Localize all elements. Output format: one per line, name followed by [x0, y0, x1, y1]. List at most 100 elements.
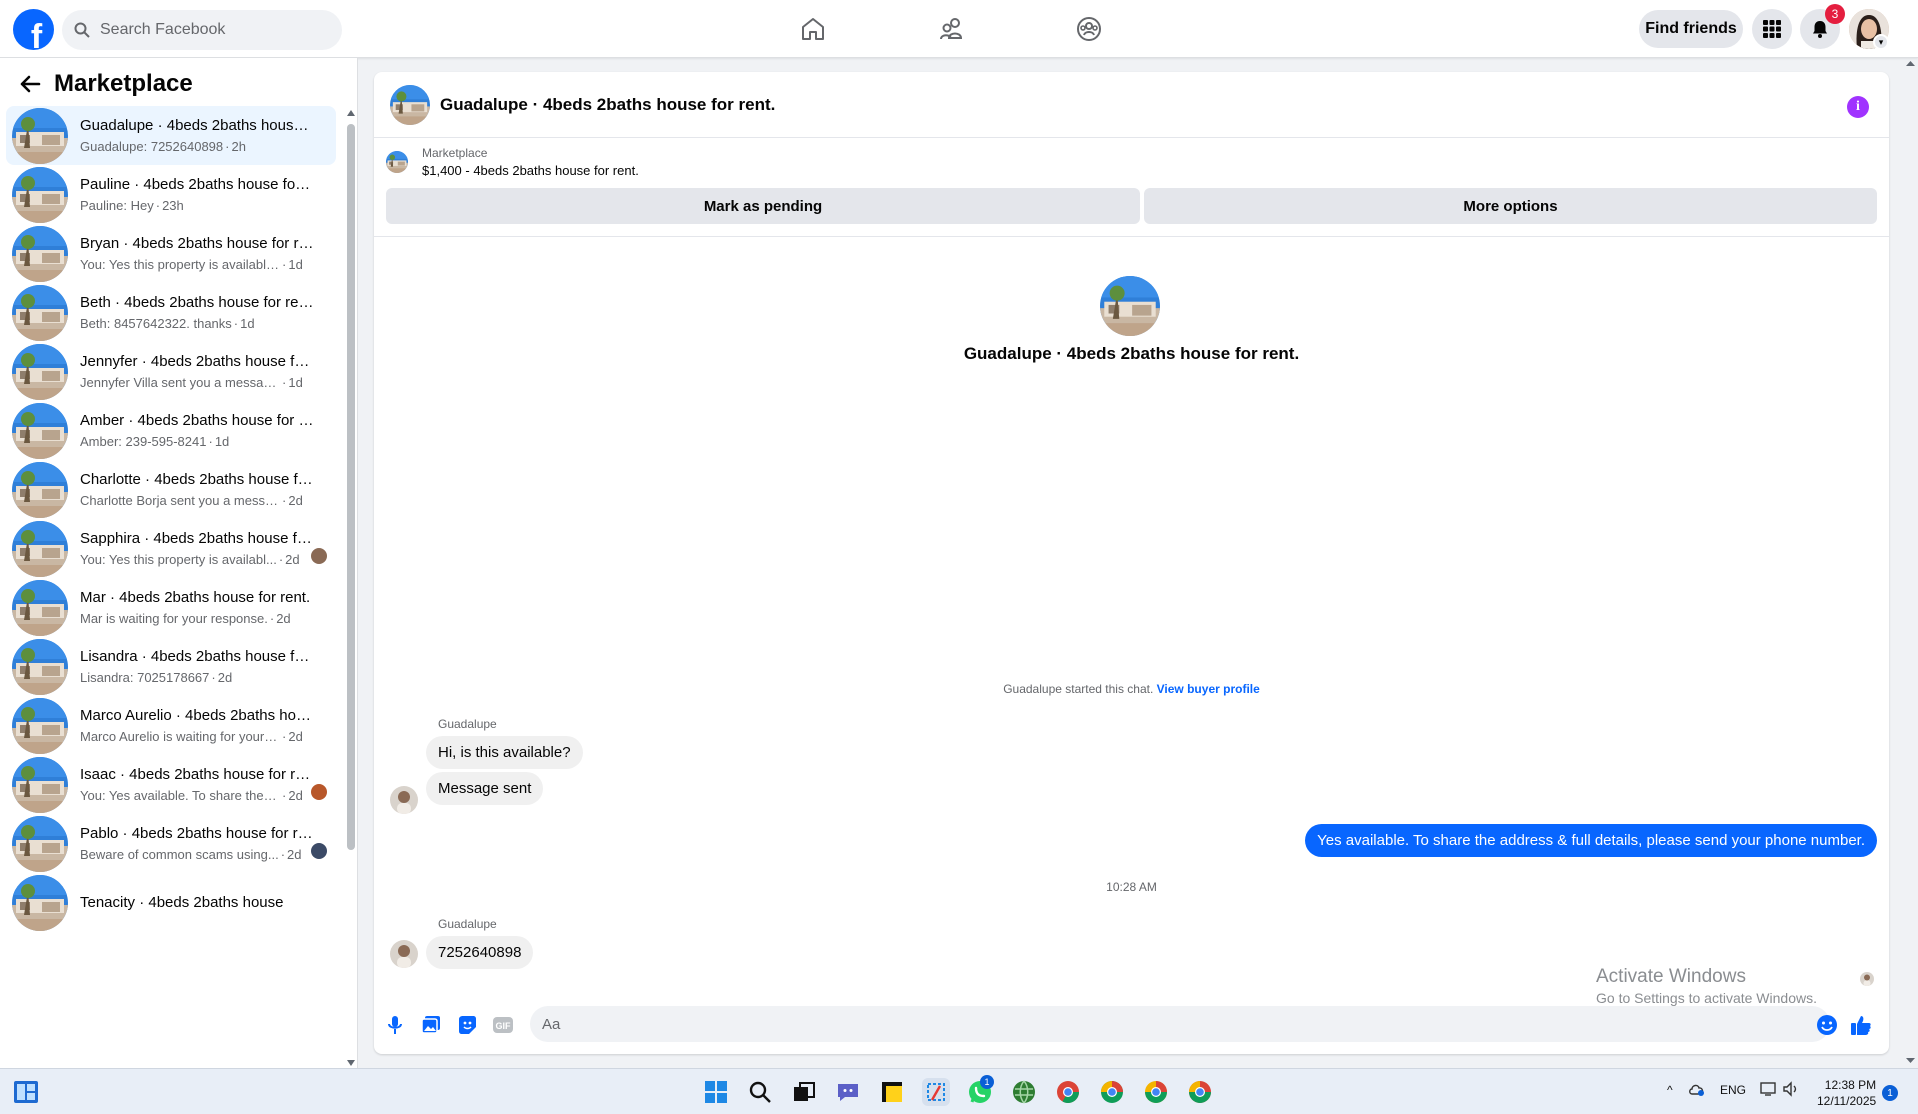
- conversation-item[interactable]: Tenacity · 4beds 2baths house: [6, 873, 336, 932]
- watermark-title: Activate Windows: [1596, 966, 1746, 987]
- listing-avatar[interactable]: [390, 85, 430, 125]
- conversation-avatar: [12, 285, 68, 341]
- clock-time: 12:38 PM: [1824, 1078, 1877, 1092]
- conversation-item[interactable]: Jennyfer · 4beds 2baths house for rent. J…: [6, 342, 336, 401]
- chat-title[interactable]: Guadalupe · 4beds 2baths house for rent.: [440, 95, 775, 115]
- seen-avatar-icon: [311, 843, 327, 859]
- network-icon[interactable]: [1760, 1081, 1778, 1100]
- outgoing-message[interactable]: Yes available. To share the address & fu…: [1305, 824, 1877, 857]
- gif-icon[interactable]: GIF: [490, 1012, 516, 1038]
- widgets-icon[interactable]: [12, 1078, 40, 1106]
- conversation-avatar: [12, 698, 68, 754]
- menu-button[interactable]: [1752, 9, 1792, 49]
- conversation-name: Lisandra · 4beds 2baths house for rent.: [80, 648, 315, 665]
- seen-avatar-icon: [311, 548, 327, 564]
- search-icon[interactable]: [746, 1078, 774, 1106]
- conversation-time: 1d: [288, 375, 303, 390]
- system-clock[interactable]: 12:38 PM 12/11/2025: [1817, 1077, 1876, 1109]
- view-buyer-profile-link[interactable]: View buyer profile: [1157, 682, 1260, 696]
- sidebar-scroll-thumb[interactable]: [347, 124, 355, 850]
- conversation-name: Amber · 4beds 2baths house for rent.: [80, 412, 315, 429]
- conversation-avatar: [12, 167, 68, 223]
- groups-icon[interactable]: [1074, 14, 1104, 44]
- volume-icon[interactable]: [1782, 1081, 1800, 1100]
- conversation-item[interactable]: Pablo · 4beds 2baths house for rent. Bewa…: [6, 814, 336, 873]
- conversation-avatar: [12, 108, 68, 164]
- conversation-name: Mar · 4beds 2baths house for rent.: [80, 589, 311, 606]
- chrome-icon[interactable]: [1054, 1078, 1082, 1106]
- chrome-profile-icon[interactable]: [1142, 1078, 1170, 1106]
- more-options-button[interactable]: More options: [1144, 188, 1877, 224]
- sender-avatar[interactable]: [390, 940, 418, 968]
- conversation-item[interactable]: Charlotte · 4beds 2baths house for rent.…: [6, 460, 336, 519]
- sticky-notes-icon[interactable]: [878, 1078, 906, 1106]
- sticker-icon[interactable]: [454, 1012, 480, 1038]
- account-chevron-down-icon[interactable]: ▾: [1873, 34, 1889, 50]
- info-icon[interactable]: i: [1847, 96, 1869, 118]
- emoji-icon[interactable]: [1814, 1012, 1840, 1038]
- microphone-icon[interactable]: [382, 1012, 408, 1038]
- conversation-item[interactable]: Isaac · 4beds 2baths house for rent. You:…: [6, 755, 336, 814]
- conversation-snippet: Lisandra: 7025178667: [80, 670, 210, 685]
- facebook-logo[interactable]: f: [13, 9, 54, 50]
- start-windows-icon[interactable]: [702, 1078, 730, 1106]
- conversation-name: Beth · 4beds 2baths house for rent.: [80, 294, 315, 311]
- seen-receipt-avatar: [1860, 972, 1874, 986]
- message-composer: GIF: [374, 1000, 1889, 1050]
- sender-name: Guadalupe: [438, 917, 497, 931]
- mark-as-pending-button[interactable]: Mark as pending: [386, 188, 1140, 224]
- incoming-message[interactable]: 7252640898: [426, 936, 534, 969]
- back-arrow-icon[interactable]: [16, 70, 44, 98]
- notification-center-badge[interactable]: 1: [1882, 1085, 1898, 1101]
- conversation-item[interactable]: Marco Aurelio · 4beds 2baths house for r…: [6, 696, 336, 755]
- conversation-list: Guadalupe · 4beds 2baths house for rent.…: [6, 106, 336, 932]
- cloud-sync-icon[interactable]: [1688, 1081, 1706, 1100]
- conversation-item[interactable]: Amber · 4beds 2baths house for rent. Ambe…: [6, 401, 336, 460]
- conversation-name: Bryan · 4beds 2baths house for rent.: [80, 235, 315, 252]
- chrome-profile-icon[interactable]: [1186, 1078, 1214, 1106]
- clock-date: 12/11/2025: [1817, 1094, 1877, 1108]
- conversation-snippet: You: Yes this property is availabl...: [80, 552, 277, 567]
- conversation-snippet: Mar is waiting for your response.: [80, 611, 268, 626]
- find-friends-button[interactable]: Find friends: [1639, 10, 1743, 48]
- conversation-item[interactable]: Guadalupe · 4beds 2baths house for rent.…: [6, 106, 336, 165]
- task-view-icon[interactable]: [790, 1078, 818, 1106]
- teams-chat-icon[interactable]: [834, 1078, 862, 1106]
- home-icon[interactable]: [798, 14, 828, 44]
- conversation-time: 2d: [276, 611, 291, 626]
- conversation-item[interactable]: Lisandra · 4beds 2baths house for rent. L…: [6, 637, 336, 696]
- sender-avatar[interactable]: [390, 786, 418, 814]
- conversation-time: 2h: [231, 139, 246, 154]
- input-language[interactable]: ENG: [1720, 1083, 1746, 1097]
- friends-icon[interactable]: [937, 14, 967, 44]
- show-hidden-icons-chevron-up-icon[interactable]: ^: [1667, 1083, 1673, 1097]
- conversation-name: Pablo · 4beds 2baths house for rent.: [80, 825, 315, 842]
- sender-name: Guadalupe: [438, 717, 497, 731]
- like-thumbs-up-icon[interactable]: [1848, 1012, 1874, 1038]
- conversation-item[interactable]: Sapphira · 4beds 2baths house for rent. Y…: [6, 519, 336, 578]
- incoming-message[interactable]: Hi, is this available?: [426, 736, 583, 769]
- incoming-message[interactable]: Message sent: [426, 772, 544, 805]
- separator-dot: ·: [155, 198, 161, 213]
- separator-dot: ·: [282, 788, 287, 803]
- page-scrollbar[interactable]: [1903, 58, 1918, 1068]
- separator-dot: ·: [278, 552, 284, 567]
- search-box[interactable]: [62, 10, 342, 50]
- conversation-avatar: [12, 639, 68, 695]
- globe-app-icon[interactable]: [1010, 1078, 1038, 1106]
- svg-text:GIF: GIF: [496, 1021, 512, 1031]
- marketplace-inbox-sidebar: Marketplace Guadalupe · 4beds 2baths hou…: [0, 58, 358, 1068]
- conversation-item[interactable]: Pauline · 4beds 2baths house for rent. Pa…: [6, 165, 336, 224]
- chrome-profile-icon[interactable]: [1098, 1078, 1126, 1106]
- conversation-item[interactable]: Bryan · 4beds 2baths house for rent. You:…: [6, 224, 336, 283]
- listing-summary[interactable]: Marketplace $1,400 - 4beds 2baths house …: [386, 146, 639, 178]
- search-input[interactable]: [98, 20, 318, 40]
- conversation-item[interactable]: Beth · 4beds 2baths house for rent. Beth:…: [6, 283, 336, 342]
- conversation-item[interactable]: Mar · 4beds 2baths house for rent. Mar is…: [6, 578, 336, 637]
- conversation-snippet: Pauline: Hey: [80, 198, 154, 213]
- snipping-tool-icon[interactable]: [922, 1078, 950, 1106]
- message-input[interactable]: [530, 1006, 1830, 1042]
- separator-dot: ·: [282, 729, 287, 744]
- conversation-time: 2d: [288, 493, 303, 508]
- photo-icon[interactable]: [418, 1012, 444, 1038]
